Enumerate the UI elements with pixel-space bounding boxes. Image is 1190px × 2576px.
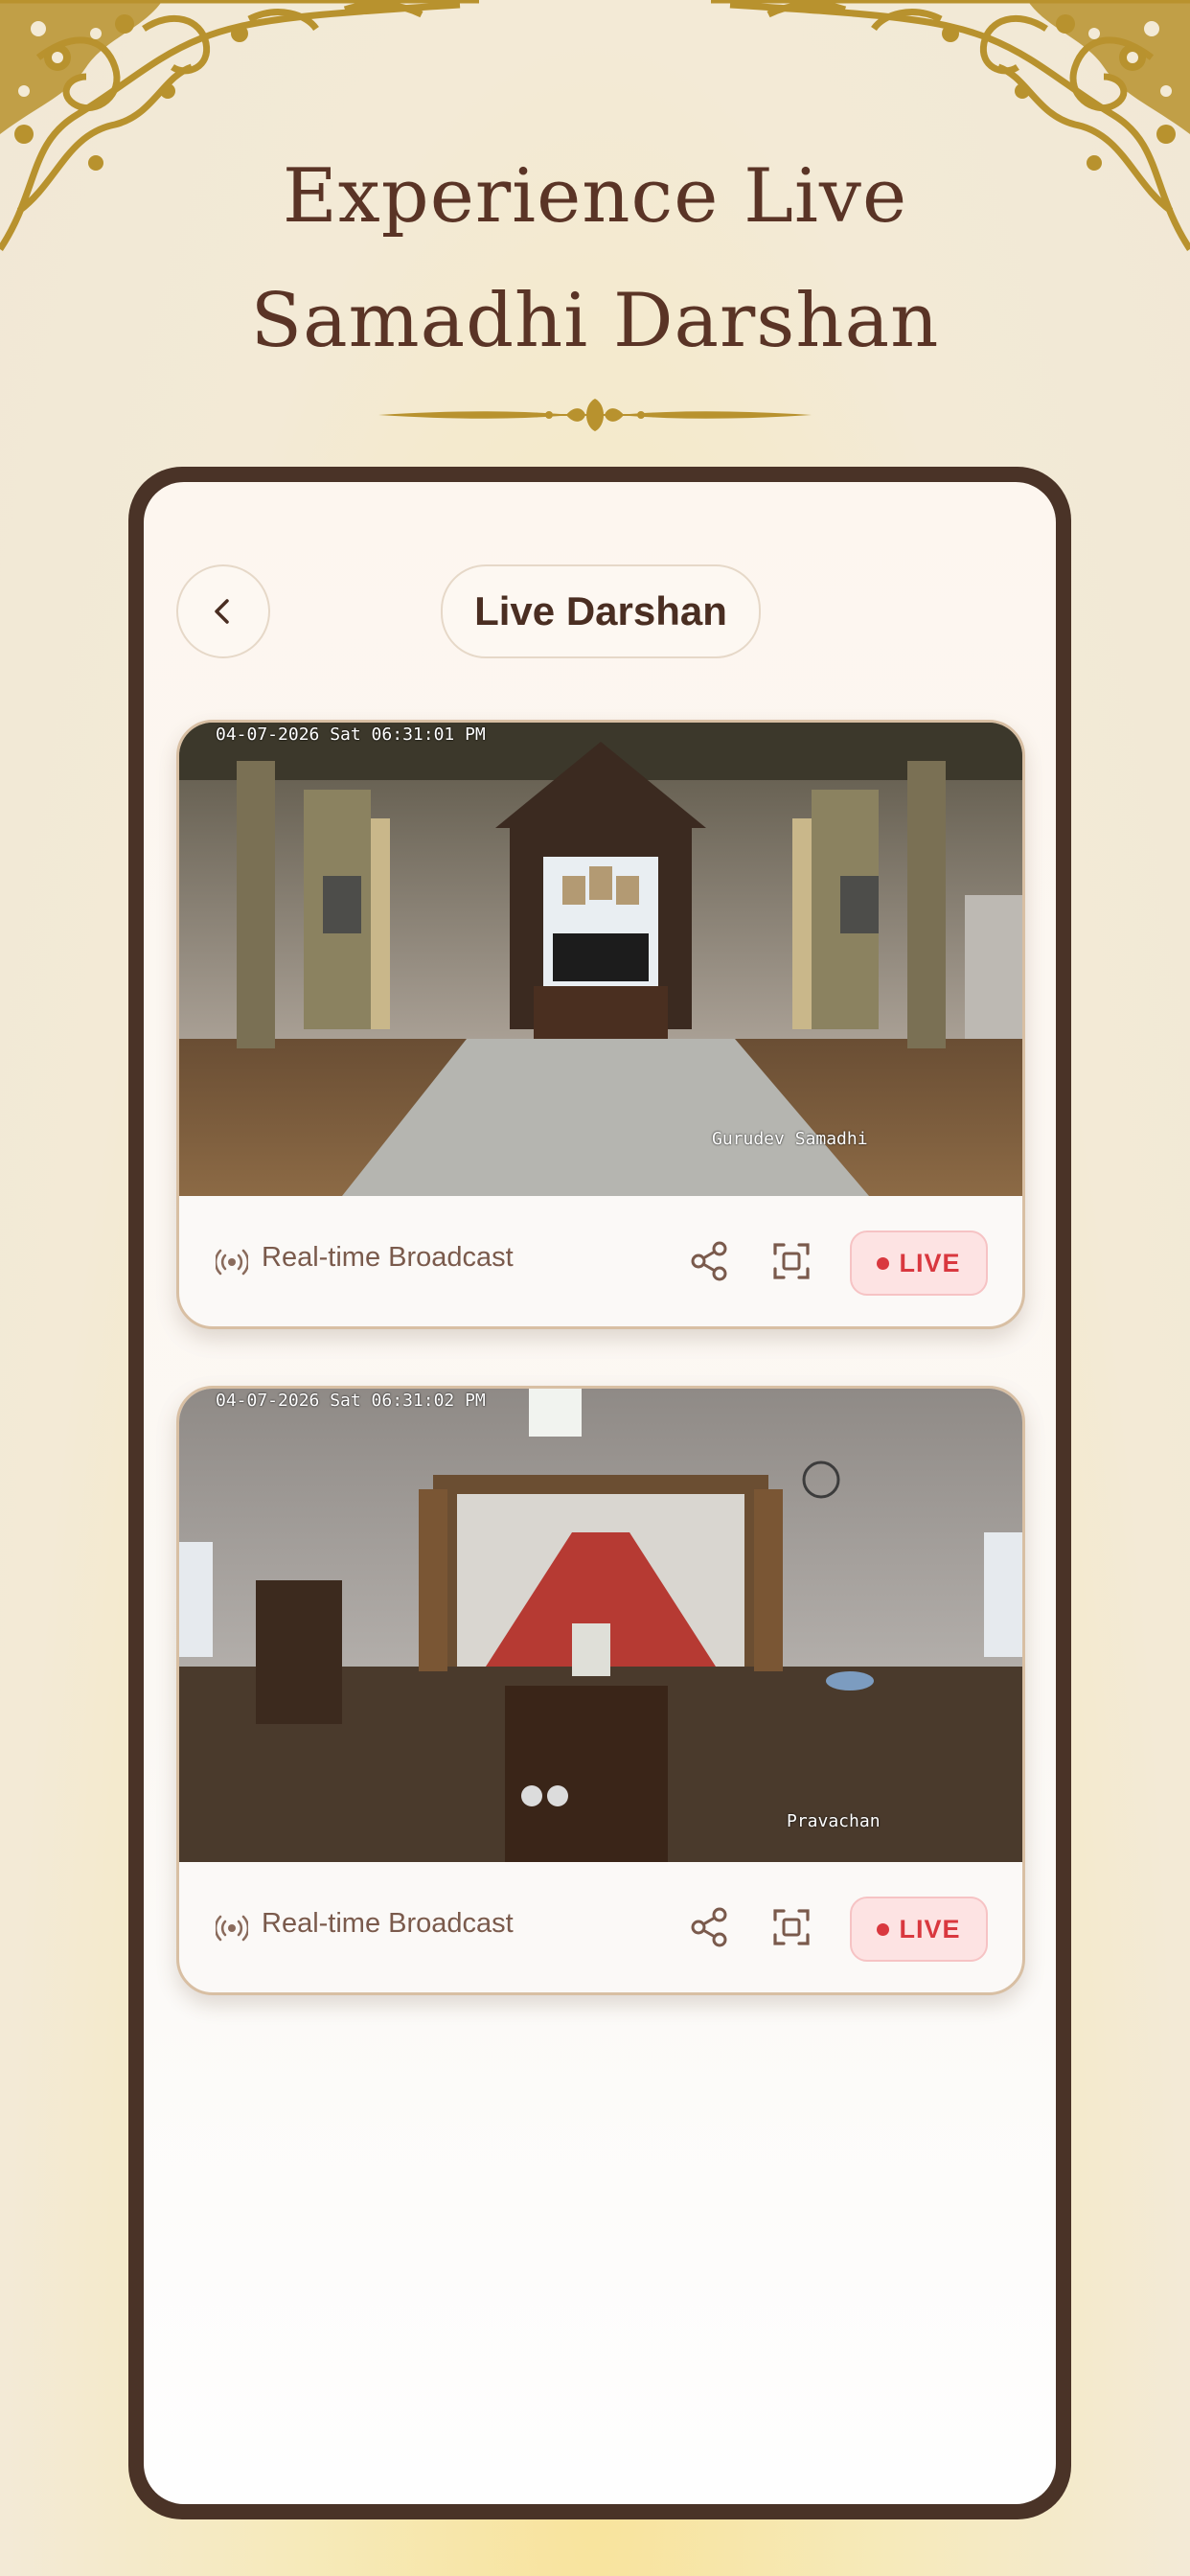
video-feed[interactable]: 04-07-2026 Sat 06:31:01 PM Gurudev Samad… (179, 723, 1022, 1196)
stream-card-pravachan[interactable]: 04-07-2026 Sat 06:31:02 PM Pravachan Rea… (176, 1386, 1025, 1995)
live-badge: LIVE (850, 1230, 988, 1296)
phone-screen: Live Darshan 04-07-2026 Sat 06:31:01 PM … (144, 482, 1056, 2504)
fullscreen-icon[interactable] (769, 1239, 813, 1283)
video-timestamp: 04-07-2026 Sat 06:31:02 PM (216, 1391, 486, 1411)
back-button[interactable] (176, 564, 270, 658)
live-dot-icon (877, 1922, 890, 1936)
headline-line-2: Samadhi Darshan (250, 278, 940, 364)
live-label: LIVE (899, 1914, 961, 1944)
video-timestamp: 04-07-2026 Sat 06:31:01 PM (216, 724, 486, 745)
video-feed[interactable]: 04-07-2026 Sat 06:31:02 PM Pravachan (179, 1389, 1022, 1862)
page-headline: Experience Live Samadhi Darshan (0, 134, 1190, 383)
stream-card-gurudev-samadhi[interactable]: 04-07-2026 Sat 06:31:01 PM Gurudev Samad… (176, 720, 1025, 1329)
video-frame-image (179, 1389, 1022, 1862)
camera-label: Gurudev Samadhi (712, 1129, 868, 1149)
broadcast-icon (216, 1249, 248, 1276)
stream-controls: Real-time Broadcast LIVE (179, 1862, 1022, 1992)
video-frame-image (179, 723, 1022, 1196)
headline-line-1: Experience Live (282, 153, 908, 240)
live-label: LIVE (899, 1248, 961, 1277)
live-badge: LIVE (850, 1897, 988, 1962)
camera-label: Pravachan (787, 1811, 881, 1831)
broadcast-label: Real-time Broadcast (262, 1908, 514, 1939)
stream-controls: Real-time Broadcast LIVE (179, 1196, 1022, 1326)
share-icon[interactable] (687, 1905, 731, 1949)
ornament-divider (378, 399, 812, 431)
broadcast-label: Real-time Broadcast (262, 1242, 514, 1273)
fullscreen-icon[interactable] (769, 1905, 813, 1949)
broadcast-icon (216, 1915, 248, 1942)
phone-frame: Live Darshan 04-07-2026 Sat 06:31:01 PM … (128, 467, 1071, 2519)
page-title: Live Darshan (441, 564, 761, 658)
share-icon[interactable] (687, 1239, 731, 1283)
live-dot-icon (877, 1256, 890, 1270)
chevron-left-icon (215, 599, 229, 624)
